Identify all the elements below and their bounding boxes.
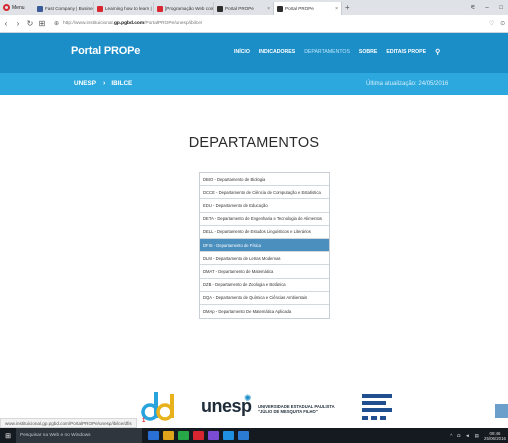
tab-favicon-icon [217,5,223,12]
tab-favicon-icon [157,5,163,12]
last-updated: Última atualização: 24/05/2016 [366,81,449,87]
department-item[interactable]: EDU - Departamento de Educação [200,199,329,213]
opera-logo-icon [3,4,10,11]
department-item[interactable]: DBIO - Departamento de Biologia [200,173,329,187]
windows-start-icon[interactable]: ⊞ [0,428,16,443]
url-prefix: http://www.instituicional. [63,21,114,26]
taskbar-apps [148,431,253,440]
propg-logo-icon[interactable] [360,392,396,426]
back-icon[interactable]: ‹ [0,19,12,28]
taskbar-app-icon[interactable] [208,431,219,440]
search-icon[interactable]: ⚲ [435,48,440,56]
breadcrumb-current[interactable]: IBILCE [111,80,132,87]
maximize-button[interactable]: □ [494,5,508,11]
department-list: DBIO - Departamento de Biologia DCCE - De… [199,172,330,320]
nav-item-departamentos[interactable]: DEPARTAMENTOS [304,49,350,56]
tray-up-icon[interactable]: ^ [450,433,452,438]
breadcrumb: UNESP › IBILCE [74,80,132,87]
tab-title: Learning how to learn | Bu [105,6,154,11]
tab-title: Fast Company | Business + [45,6,93,11]
breadcrumb-root[interactable]: UNESP [74,80,96,87]
site-logo[interactable]: Portal PROPe [71,45,140,57]
status-url: www.instituicional.gp.pgbd.com/PortalPRO… [0,418,137,428]
scroll-top-button[interactable] [495,404,508,418]
bd-logo-icon[interactable]: 1 [140,390,180,424]
url-domain: gp.pgbd.com [113,21,145,26]
department-item[interactable]: DELL - Departamento de Estudos Linguísti… [200,225,329,239]
filter-icon[interactable]: ⚟ [466,4,480,11]
browser-tab-strip: Menu Fast Company | Business + ×Learning… [0,0,508,15]
taskbar-app-icon[interactable] [178,431,189,440]
taskbar-app-icon[interactable] [223,431,234,440]
department-item[interactable]: DFIS - Departamento de Física [200,238,329,253]
new-tab-button[interactable]: + [345,3,350,12]
taskbar-app-icon[interactable] [148,431,159,440]
breadcrumb-separator-icon: › [103,80,106,87]
main-nav: INÍCIO INDICADORES DEPARTAMENTOS SOBRE EDITA… [234,49,449,56]
tab-close-icon[interactable]: × [265,6,270,12]
url-path: /PortalPROPe/unesp/ibilce/ [144,21,203,26]
nav-item-indicadores[interactable]: INDICADORES [259,49,295,56]
globe-icon: ⊕ [54,21,60,27]
taskbar-app-icon[interactable] [238,431,249,440]
browser-tab[interactable]: Learning how to learn | Bu × [94,2,154,15]
department-item[interactable]: DETA - Departamento de Engenharia e Tecn… [200,212,329,226]
window-controls: ⚟ – □ [466,0,508,15]
bookmark-icon[interactable]: ⊙ [500,20,505,27]
browser-tab[interactable]: Portal PROPe × [214,2,274,15]
network-icon[interactable]: ◘ [457,433,460,438]
unesp-name-line2: "JÚLIO DE MESQUITA FILHO" [258,409,318,414]
department-item[interactable]: DMAp - Departamento De Matemática Aplica… [200,304,329,319]
taskbar-app-icon[interactable] [193,431,204,440]
reload-icon[interactable]: ↻ [24,19,36,28]
taskbar-app-icon[interactable] [163,431,174,440]
clock-date: 25/06/2016 [484,435,506,441]
department-item[interactable]: DCCE - Departamento de Ciência de Comput… [200,186,329,200]
nav-item-editais-prope[interactable]: EDITAIS PROPE [386,49,426,56]
tab-title: Portal PROPe [285,6,314,11]
tab-favicon-icon [277,5,283,12]
minimize-button[interactable]: – [480,5,494,11]
browser-tab[interactable]: Portal PROPe × [274,2,342,15]
browser-menu-label: Menu [12,4,25,11]
clock[interactable]: 08:46 25/06/2016 [484,431,506,441]
department-item[interactable]: DQA - Departamento de Química e Ciências… [200,291,329,305]
browser-menu-button[interactable]: Menu [0,0,34,15]
heart-icon[interactable]: ♡ [489,20,494,27]
site-header: Portal PROPe INÍCIO INDICADORES DEPARTAMEN… [0,33,508,73]
taskbar: ⊞ Pesquisar na Web e no Windows ^ ◘ ◄ ▤ … [0,428,508,443]
tab-close-icon[interactable]: × [333,6,338,12]
nav-item-sobre[interactable]: SOBRE [359,49,377,56]
tab-favicon-icon [37,5,43,12]
taskbar-search-input[interactable]: Pesquisar na Web e no Windows [16,428,142,443]
system-tray: ^ ◘ ◄ ▤ 08:46 25/06/2016 [445,428,506,443]
breadcrumb-bar: UNESP › IBILCE Última atualização: 24/05… [0,73,508,95]
department-item[interactable]: DLM - Departamento de Letras Modernas [200,252,329,266]
tab-title: Portal PROPe [225,6,254,11]
keyboard-icon[interactable]: ▤ [475,433,479,439]
nav-item-in-cio[interactable]: INÍCIO [234,49,250,56]
tab-favicon-icon [97,5,103,12]
unesp-star-icon: ✺ [244,393,252,403]
browser-tab[interactable]: [Programação Web com J...× [154,2,214,15]
page-title: DEPARTAMENTOS [188,135,320,151]
browser-tab[interactable]: Fast Company | Business + × [34,2,94,15]
speed-dial-icon[interactable]: ⊞ [36,19,48,28]
tab-title: [Programação Web com J... [165,6,214,11]
department-item[interactable]: DZB - Departamento de Zoologia e Botânic… [200,278,329,292]
department-item[interactable]: DMAT - Departamento de Matemática [200,265,329,279]
forward-icon[interactable]: › [12,19,24,28]
url-field[interactable]: ⊕ http://www.instituicional. gp.pgbd.com /… [54,18,486,30]
volume-icon[interactable]: ◄ [465,433,470,438]
address-bar: ‹ › ↻ ⊞ ⊕ http://www.instituicional. gp.p… [0,15,508,33]
unesp-name: UNIVERSIDADE ESTADUAL PAULISTA "JÚLIO DE… [258,404,335,414]
